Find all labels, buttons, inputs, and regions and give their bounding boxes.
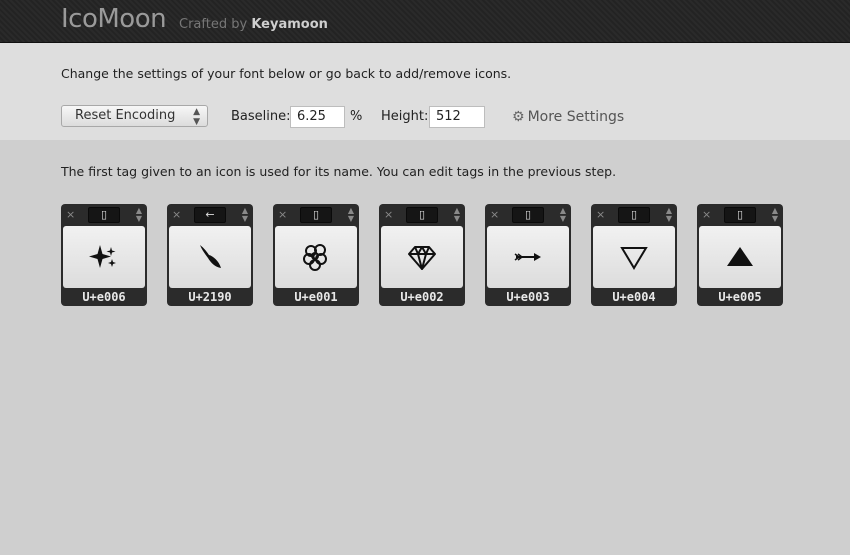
- remove-icon-button[interactable]: ×: [66, 208, 75, 221]
- remove-icon-button[interactable]: ×: [490, 208, 499, 221]
- more-settings-label: More Settings: [527, 109, 625, 125]
- icon-code: U+e002: [400, 290, 444, 304]
- icon-card: × ▯ ▲ ▼ U+e005: [697, 204, 783, 306]
- diamond-icon: [381, 226, 463, 288]
- more-settings-button[interactable]: ⚙ More Settings: [512, 109, 624, 125]
- remove-icon-button[interactable]: ×: [596, 208, 605, 221]
- settings-intro: Change the settings of your font below o…: [61, 66, 512, 81]
- code-stepper[interactable]: ▲ ▼: [348, 207, 354, 223]
- tagline: Crafted by Keyamoon: [179, 17, 328, 32]
- gear-icon: ⚙: [512, 109, 525, 125]
- remove-icon-button[interactable]: ×: [384, 208, 393, 221]
- code-stepper[interactable]: ▲ ▼: [666, 207, 672, 223]
- glyph-input[interactable]: ▯: [300, 207, 332, 223]
- glyph-input[interactable]: ▯: [618, 207, 650, 223]
- code-stepper[interactable]: ▲ ▼: [560, 207, 566, 223]
- tagline-prefix: Crafted by: [179, 17, 248, 32]
- glyph-input[interactable]: ▯: [512, 207, 544, 223]
- icon-card: × ← ▲ ▼ U+2190: [167, 204, 253, 306]
- app-logo[interactable]: IcoMoon: [61, 4, 167, 34]
- glyph-input[interactable]: ▯: [406, 207, 438, 223]
- icon-code: U+e005: [718, 290, 762, 304]
- triangle-up-filled-icon: [699, 226, 781, 288]
- glyph-input[interactable]: ▯: [724, 207, 756, 223]
- icon-card: × ▯ ▲ ▼ U+e004: [591, 204, 677, 306]
- icon-card: × ▯ ▲ ▼ U+e002: [379, 204, 465, 306]
- triangle-down-outline-icon: [593, 226, 675, 288]
- reset-encoding-select[interactable]: Reset Encoding ▲ ▼: [61, 105, 208, 127]
- sparkles-icon: [63, 226, 145, 288]
- icon-code: U+e006: [82, 290, 126, 304]
- code-stepper[interactable]: ▲ ▼: [136, 207, 142, 223]
- baseline-label: Baseline:: [231, 109, 291, 124]
- icon-code: U+e003: [506, 290, 550, 304]
- code-stepper[interactable]: ▲ ▼: [242, 207, 248, 223]
- icon-card: × ▯ ▲ ▼ U+e001: [273, 204, 359, 306]
- code-stepper[interactable]: ▲ ▼: [772, 207, 778, 223]
- remove-icon-button[interactable]: ×: [172, 208, 181, 221]
- select-arrows-icon: ▲ ▼: [193, 107, 200, 127]
- app-header: IcoMoon Crafted by Keyamoon: [0, 0, 850, 43]
- brain-icon: [275, 226, 357, 288]
- tags-note: The first tag given to an icon is used f…: [61, 164, 617, 179]
- glyph-input[interactable]: ←: [194, 207, 226, 223]
- reset-encoding-label: Reset Encoding: [75, 108, 176, 123]
- icon-code: U+2190: [188, 290, 232, 304]
- baseline-input[interactable]: 6.25: [290, 106, 345, 128]
- icon-card: × ▯ ▲ ▼ U+e003: [485, 204, 571, 306]
- height-label: Height:: [381, 109, 429, 124]
- height-input[interactable]: 512: [429, 106, 485, 128]
- icon-code: U+e001: [294, 290, 338, 304]
- remove-icon-button[interactable]: ×: [702, 208, 711, 221]
- icon-code: U+e004: [612, 290, 656, 304]
- feather-icon: [169, 226, 251, 288]
- remove-icon-button[interactable]: ×: [278, 208, 287, 221]
- baseline-unit: %: [350, 109, 363, 124]
- arrow-right-icon: [487, 226, 569, 288]
- icon-card: × ▯ ▲ ▼ U+e006: [61, 204, 147, 306]
- glyph-input[interactable]: ▯: [88, 207, 120, 223]
- tagline-author-link[interactable]: Keyamoon: [251, 17, 328, 32]
- code-stepper[interactable]: ▲ ▼: [454, 207, 460, 223]
